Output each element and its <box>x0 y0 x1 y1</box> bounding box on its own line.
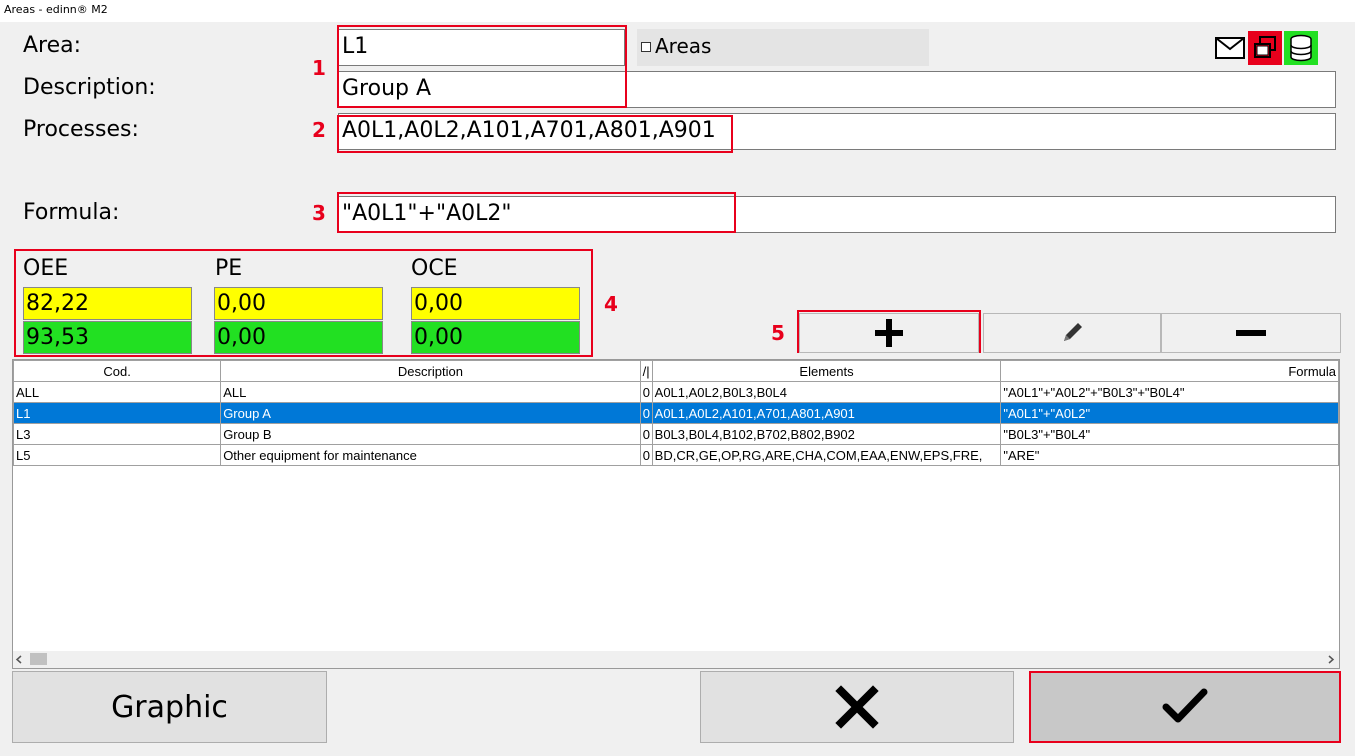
table-row-selected[interactable]: L1 Group A 0 A0L1,A0L2,A101,A701,A801,A9… <box>13 402 1339 424</box>
table-row[interactable]: L3 Group B 0 B0L3,B0L4,B102,B702,B802,B9… <box>13 423 1339 445</box>
cell-cod: L1 <box>13 402 222 424</box>
processes-label: Processes: <box>23 117 139 142</box>
minus-icon <box>1236 330 1266 336</box>
window-title: Areas - edinn® M2 <box>0 0 1355 22</box>
column-header-formula[interactable]: Formula <box>1000 360 1339 382</box>
plus-icon <box>875 319 903 347</box>
scrollbar-thumb[interactable] <box>30 653 47 665</box>
pencil-icon <box>1064 323 1082 341</box>
oce-value-bottom: 0,00 <box>411 321 580 354</box>
areas-checkbox-panel[interactable]: Areas <box>637 29 929 66</box>
cell-elements: A0L1,A0L2,A101,A701,A801,A901 <box>651 402 1002 424</box>
cell-elements: B0L3,B0L4,B102,B702,B802,B902 <box>651 423 1002 445</box>
remove-button[interactable] <box>1161 313 1341 353</box>
cell-flag: 0 <box>639 423 653 445</box>
cell-flag: 0 <box>639 444 653 466</box>
cancel-button[interactable] <box>700 671 1014 743</box>
cell-description: Group B <box>220 423 641 445</box>
column-header-description[interactable]: Description <box>220 360 641 382</box>
oce-value-top: 0,00 <box>411 287 580 320</box>
annotation-4: 4 <box>604 292 618 316</box>
annotation-1: 1 <box>312 56 326 80</box>
oee-label: OEE <box>23 256 69 281</box>
scroll-left-icon[interactable] <box>15 655 23 664</box>
annotation-3: 3 <box>312 201 326 225</box>
oee-value-top: 82,22 <box>23 287 192 320</box>
highlight-box-1 <box>337 25 627 108</box>
cell-elements: BD,CR,GE,OP,RG,ARE,CHA,COM,EAA,ENW,EPS,F… <box>651 444 1002 466</box>
column-header-elements[interactable]: Elements <box>651 360 1002 382</box>
cell-formula: "B0L3"+"B0L4" <box>1000 423 1339 445</box>
table-row[interactable]: ALL ALL 0 A0L1,A0L2,B0L3,B0L4 "A0L1"+"A0… <box>13 381 1339 403</box>
highlight-box-3 <box>337 192 736 233</box>
cell-cod: L5 <box>13 444 222 466</box>
cell-description: Other equipment for maintenance <box>220 444 641 466</box>
pe-value-top: 0,00 <box>214 287 383 320</box>
cell-description: Group A <box>220 402 641 424</box>
scroll-right-icon[interactable] <box>1327 655 1335 664</box>
areas-checkbox-label: Areas <box>655 34 712 58</box>
column-header-flag[interactable]: /| <box>639 360 653 382</box>
cell-formula: "A0L1"+"A0L2" <box>1000 402 1339 424</box>
graphic-button-label: Graphic <box>111 689 228 725</box>
graphic-button[interactable]: Graphic <box>12 671 327 743</box>
table-row[interactable]: L5 Other equipment for maintenance 0 BD,… <box>13 444 1339 466</box>
add-button[interactable] <box>799 313 979 353</box>
close-icon <box>835 685 879 729</box>
cell-formula: "ARE" <box>1000 444 1339 466</box>
cell-elements: A0L1,A0L2,B0L3,B0L4 <box>651 381 1002 403</box>
database-icon[interactable] <box>1284 31 1318 65</box>
table-header-row: Cod. Description /| Elements Formula <box>13 360 1339 382</box>
cell-flag: 0 <box>639 381 653 403</box>
column-header-cod[interactable]: Cod. <box>13 360 222 382</box>
annotation-5: 5 <box>771 321 785 345</box>
accept-button[interactable] <box>1031 673 1339 741</box>
description-label: Description: <box>23 75 156 100</box>
pe-value-bottom: 0,00 <box>214 321 383 354</box>
copy-window-icon[interactable] <box>1248 31 1282 65</box>
area-label: Area: <box>23 33 82 58</box>
checkmark-icon <box>1162 688 1208 723</box>
areas-table[interactable]: Cod. Description /| Elements Formula ALL… <box>12 359 1340 669</box>
oee-value-bottom: 93,53 <box>23 321 192 354</box>
pe-label: PE <box>215 256 243 281</box>
cell-cod: ALL <box>13 381 222 403</box>
cell-flag: 0 <box>639 402 653 424</box>
highlight-box-2 <box>337 115 733 153</box>
mail-icon[interactable] <box>1213 31 1247 65</box>
cell-description: ALL <box>220 381 641 403</box>
oce-label: OCE <box>411 256 458 281</box>
annotation-2: 2 <box>312 118 326 142</box>
edit-button[interactable] <box>983 313 1161 353</box>
cell-cod: L3 <box>13 423 222 445</box>
horizontal-scrollbar[interactable] <box>13 651 1339 668</box>
formula-label: Formula: <box>23 200 120 225</box>
cell-formula: "A0L1"+"A0L2"+"B0L3"+"B0L4" <box>1000 381 1339 403</box>
areas-checkbox[interactable] <box>641 42 651 52</box>
